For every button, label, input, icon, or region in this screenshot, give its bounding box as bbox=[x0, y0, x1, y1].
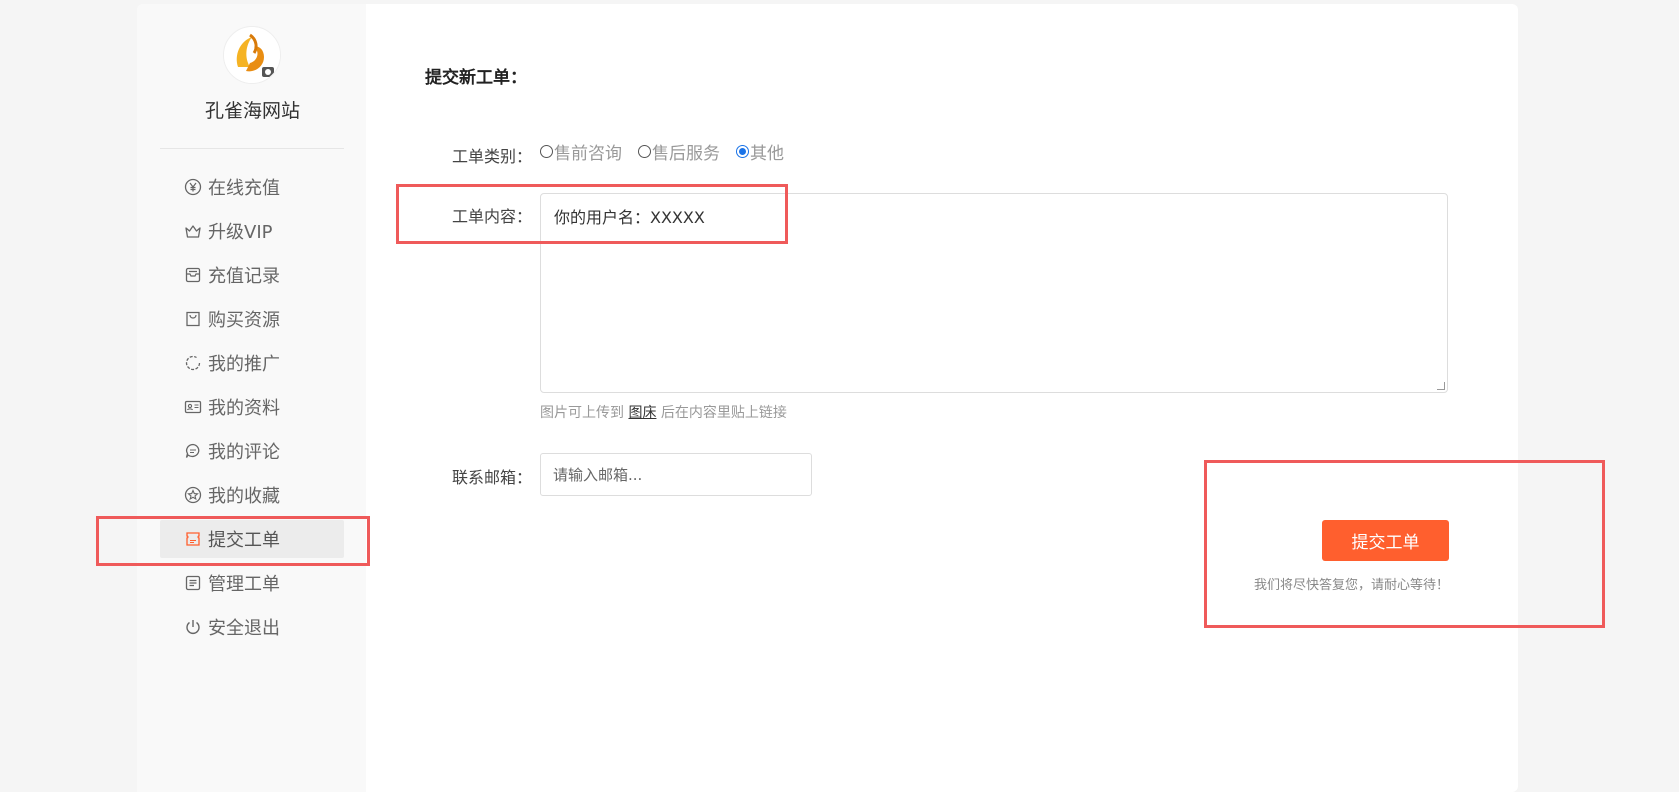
sidebar-menu: 在线充值 升级VIP 充值记录 购买资源 我的推广 我的资料 我的评论 我的收藏… bbox=[160, 168, 344, 652]
sidebar-item-recharge-history[interactable]: 充值记录 bbox=[160, 256, 344, 294]
radio-presales[interactable]: 售前咨询 bbox=[540, 139, 622, 164]
resize-handle[interactable] bbox=[1437, 382, 1445, 390]
sidebar-item-promotion[interactable]: 我的推广 bbox=[160, 344, 344, 382]
site-logo bbox=[223, 26, 281, 84]
radio-label: 其他 bbox=[750, 144, 784, 164]
yen-circle-icon bbox=[184, 178, 202, 196]
sidebar-item-logout[interactable]: 安全退出 bbox=[160, 608, 344, 646]
sidebar-item-label: 购买资源 bbox=[208, 310, 280, 331]
radio-label: 售前咨询 bbox=[554, 144, 622, 164]
sidebar-item-favorites[interactable]: 我的收藏 bbox=[160, 476, 344, 514]
sidebar-item-label: 提交工单 bbox=[208, 530, 280, 551]
circle-refresh-icon bbox=[184, 354, 202, 372]
sidebar-item-purchased[interactable]: 购买资源 bbox=[160, 300, 344, 338]
radio-other[interactable]: 其他 bbox=[736, 139, 784, 164]
sidebar-divider bbox=[160, 148, 344, 149]
id-card-icon bbox=[184, 398, 202, 416]
radio-button-selected[interactable] bbox=[736, 145, 749, 158]
category-label: 工单类别： bbox=[451, 147, 532, 166]
content-label: 工单内容： bbox=[451, 207, 532, 226]
sidebar-item-submit-ticket[interactable]: 提交工单 bbox=[160, 520, 344, 558]
sidebar-item-recharge[interactable]: 在线充值 bbox=[160, 168, 344, 206]
sidebar-item-profile[interactable]: 我的资料 bbox=[160, 388, 344, 426]
page-title: 提交新工单： bbox=[425, 68, 527, 88]
ticket-content-textarea[interactable]: 你的用户名：XXXXX bbox=[540, 193, 1448, 393]
chat-icon bbox=[184, 442, 202, 460]
radio-button[interactable] bbox=[638, 145, 651, 158]
sidebar-item-upgrade-vip[interactable]: 升级VIP bbox=[160, 212, 344, 250]
radio-button[interactable] bbox=[540, 145, 553, 158]
sidebar-item-label: 我的推广 bbox=[208, 354, 280, 375]
email-input[interactable]: 请输入邮箱... bbox=[540, 453, 812, 496]
radio-aftersales[interactable]: 售后服务 bbox=[638, 139, 720, 164]
sidebar-item-label: 充值记录 bbox=[208, 266, 280, 287]
sidebar-item-label: 在线充值 bbox=[208, 178, 280, 199]
reply-note: 我们将尽快答复您，请耐心等待！ bbox=[1253, 578, 1449, 593]
ticket-icon bbox=[184, 530, 202, 548]
image-host-link[interactable]: 图床 bbox=[628, 405, 656, 421]
sidebar-item-label: 安全退出 bbox=[208, 618, 280, 639]
inbox-icon bbox=[184, 266, 202, 284]
radio-label: 售后服务 bbox=[652, 144, 720, 164]
hint-text: 图片可上传到 bbox=[540, 405, 629, 421]
email-label: 联系邮箱： bbox=[451, 468, 532, 487]
sidebar-item-label: 我的资料 bbox=[208, 398, 280, 419]
sidebar-item-comments[interactable]: 我的评论 bbox=[160, 432, 344, 470]
sidebar-item-manage-tickets[interactable]: 管理工单 bbox=[160, 564, 344, 602]
textarea-value: 你的用户名：XXXXX bbox=[554, 208, 705, 227]
crown-icon bbox=[184, 222, 202, 240]
sidebar-item-label: 升级VIP bbox=[208, 222, 273, 243]
sidebar-item-label: 管理工单 bbox=[208, 574, 280, 595]
list-icon bbox=[184, 574, 202, 592]
upload-hint: 图片可上传到 图床 后在内容里贴上链接 bbox=[540, 402, 787, 422]
star-circle-icon bbox=[184, 486, 202, 504]
site-name: 孔雀海网站 bbox=[204, 100, 300, 122]
submit-ticket-button[interactable]: 提交工单 bbox=[1322, 520, 1449, 561]
sidebar-item-label: 我的评论 bbox=[208, 442, 280, 463]
hint-text: 后在内容里贴上链接 bbox=[656, 405, 787, 421]
sidebar-item-label: 我的收藏 bbox=[208, 486, 280, 507]
power-icon bbox=[184, 618, 202, 636]
bag-icon bbox=[184, 310, 202, 328]
category-radio-group: 售前咨询 售后服务 其他 bbox=[540, 139, 784, 164]
